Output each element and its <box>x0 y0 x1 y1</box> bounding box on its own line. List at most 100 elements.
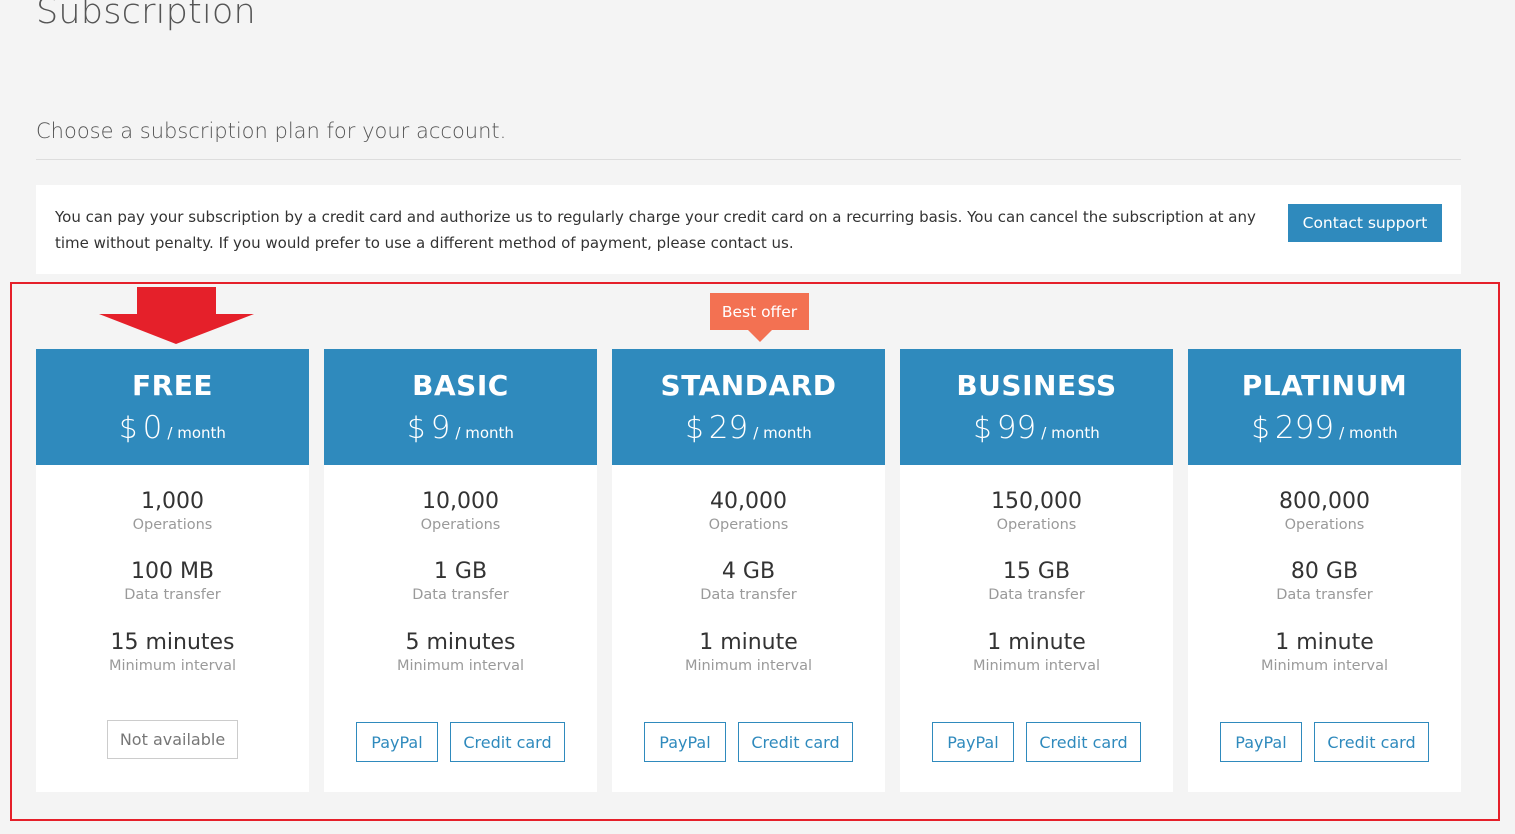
feature-label: Minimum interval <box>396 658 525 674</box>
feature-value: 1 GB <box>433 559 488 584</box>
price-amount: 29 <box>708 410 749 446</box>
plan-header: BASIC $ 9 / month <box>324 349 597 465</box>
payment-buttons: PayPal Credit card <box>324 722 597 762</box>
feature-value: 1,000 <box>141 489 204 514</box>
currency-symbol: $ <box>407 411 426 445</box>
feature-label: Data transfer <box>1276 587 1373 603</box>
feature-minimum-interval: 1 minute Minimum interval <box>612 630 885 676</box>
feature-label: Operations <box>708 517 789 533</box>
feature-minimum-interval: 15 minutes Minimum interval <box>36 630 309 676</box>
not-available-button: Not available <box>107 720 238 759</box>
feature-data-transfer: 4 GB Data transfer <box>612 559 885 605</box>
price-period: / month <box>455 424 514 442</box>
plan-name: STANDARD <box>660 369 837 402</box>
feature-value: 40,000 <box>710 489 787 514</box>
price-amount: 9 <box>430 410 451 446</box>
feature-label: Data transfer <box>124 587 221 603</box>
plan-header: PLATINUM $ 299 / month <box>1188 349 1461 465</box>
plan-name: FREE <box>132 369 213 402</box>
feature-data-transfer: 15 GB Data transfer <box>900 559 1173 605</box>
feature-minimum-interval: 1 minute Minimum interval <box>900 630 1173 676</box>
plan-name: PLATINUM <box>1241 369 1408 402</box>
plan-card-basic: BASIC $ 9 / month 10,000 Operations 1 GB… <box>324 349 597 792</box>
feature-label: Operations <box>420 517 501 533</box>
credit-card-button[interactable]: Credit card <box>738 722 853 762</box>
feature-data-transfer: 80 GB Data transfer <box>1188 559 1461 605</box>
contact-support-button[interactable]: Contact support <box>1288 204 1442 242</box>
plan-card-platinum: PLATINUM $ 299 / month 800,000 Operation… <box>1188 349 1461 792</box>
feature-minimum-interval: 1 minute Minimum interval <box>1188 630 1461 676</box>
plan-card-business: BUSINESS $ 99 / month 150,000 Operations… <box>900 349 1173 792</box>
feature-data-transfer: 1 GB Data transfer <box>324 559 597 605</box>
price-period: / month <box>167 424 226 442</box>
plan-header: BUSINESS $ 99 / month <box>900 349 1173 465</box>
paypal-button[interactable]: PayPal <box>932 722 1014 762</box>
currency-symbol: $ <box>1251 411 1270 445</box>
feature-label: Data transfer <box>700 587 797 603</box>
payment-buttons: PayPal Credit card <box>900 722 1173 762</box>
plan-price: $ 299 / month <box>1188 410 1461 451</box>
feature-value: 1 minute <box>1275 630 1374 655</box>
plan-card-standard: STANDARD $ 29 / month 40,000 Operations … <box>612 349 885 792</box>
feature-value: 1 minute <box>699 630 798 655</box>
price-period: / month <box>753 424 812 442</box>
currency-symbol: $ <box>119 411 138 445</box>
price-amount: 299 <box>1274 410 1335 446</box>
price-period: / month <box>1339 424 1398 442</box>
payment-buttons: PayPal Credit card <box>1188 722 1461 762</box>
feature-operations: 1,000 Operations <box>36 489 309 535</box>
credit-card-button[interactable]: Credit card <box>1026 722 1141 762</box>
feature-value: 5 minutes <box>405 630 516 655</box>
plan-name: BUSINESS <box>956 369 1117 402</box>
divider <box>36 159 1461 160</box>
plan-price: $ 0 / month <box>36 410 309 451</box>
payment-buttons: PayPal Credit card <box>612 722 885 762</box>
feature-value: 10,000 <box>422 489 499 514</box>
annotation-arrow-icon <box>99 287 254 344</box>
price-amount: 99 <box>996 410 1037 446</box>
credit-card-button[interactable]: Credit card <box>1314 722 1429 762</box>
payment-info-text: You can pay your subscription by a credi… <box>55 208 1256 252</box>
plan-header: STANDARD $ 29 / month <box>612 349 885 465</box>
feature-value: 15 minutes <box>110 630 235 655</box>
feature-value: 4 GB <box>721 559 776 584</box>
price-amount: 0 <box>142 410 163 446</box>
paypal-button[interactable]: PayPal <box>356 722 438 762</box>
plan-card-free: FREE $ 0 / month 1,000 Operations 100 MB… <box>36 349 309 792</box>
feature-data-transfer: 100 MB Data transfer <box>36 559 309 605</box>
payment-info-box: You can pay your subscription by a credi… <box>36 185 1461 274</box>
feature-label: Minimum interval <box>684 658 813 674</box>
page-subtitle: Choose a subscription plan for your acco… <box>36 119 507 143</box>
feature-label: Operations <box>1284 517 1365 533</box>
feature-operations: 40,000 Operations <box>612 489 885 535</box>
plan-name: BASIC <box>412 369 509 402</box>
feature-value: 800,000 <box>1279 489 1370 514</box>
feature-label: Minimum interval <box>108 658 237 674</box>
credit-card-button[interactable]: Credit card <box>450 722 565 762</box>
feature-label: Minimum interval <box>972 658 1101 674</box>
feature-label: Operations <box>132 517 213 533</box>
paypal-button[interactable]: PayPal <box>644 722 726 762</box>
feature-value: 100 MB <box>130 559 215 584</box>
feature-operations: 800,000 Operations <box>1188 489 1461 535</box>
currency-symbol: $ <box>685 411 704 445</box>
feature-label: Data transfer <box>412 587 509 603</box>
feature-operations: 150,000 Operations <box>900 489 1173 535</box>
feature-label: Operations <box>996 517 1077 533</box>
feature-value: 80 GB <box>1290 559 1359 584</box>
plan-price: $ 9 / month <box>324 410 597 451</box>
plan-price: $ 29 / month <box>612 410 885 451</box>
page-title: Subscription <box>36 0 256 32</box>
feature-label: Minimum interval <box>1260 658 1389 674</box>
plan-header: FREE $ 0 / month <box>36 349 309 465</box>
feature-value: 15 GB <box>1002 559 1071 584</box>
paypal-button[interactable]: PayPal <box>1220 722 1302 762</box>
feature-minimum-interval: 5 minutes Minimum interval <box>324 630 597 676</box>
feature-label: Data transfer <box>988 587 1085 603</box>
feature-value: 150,000 <box>991 489 1082 514</box>
feature-value: 1 minute <box>987 630 1086 655</box>
best-offer-badge: Best offer <box>710 293 809 342</box>
currency-symbol: $ <box>973 411 992 445</box>
feature-operations: 10,000 Operations <box>324 489 597 535</box>
plan-price: $ 99 / month <box>900 410 1173 451</box>
